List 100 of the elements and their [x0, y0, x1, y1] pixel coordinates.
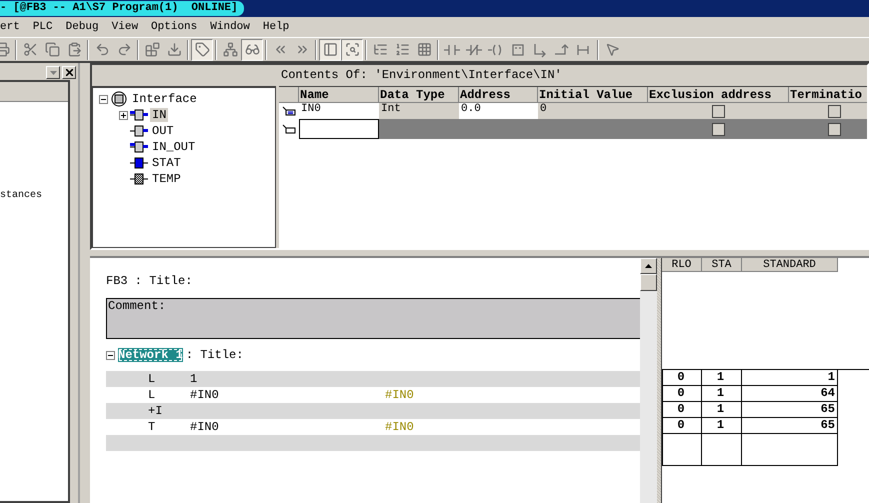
tree-item[interactable]: Interface [130, 92, 199, 106]
menu-item[interactable]: Options [151, 21, 198, 33]
menu-item[interactable]: Debug [66, 21, 99, 33]
tree-item[interactable]: OUT [150, 124, 176, 138]
column-header[interactable]: Initial Value [538, 87, 648, 103]
checkbox[interactable] [828, 122, 840, 136]
checkered-block-icon [130, 173, 148, 185]
scrollbar[interactable] [640, 258, 657, 503]
pane-header [0, 82, 68, 102]
toolbar-button[interactable] [341, 38, 363, 60]
caret-icon [50, 70, 56, 74]
table-cell[interactable] [379, 119, 459, 139]
interface-icon [110, 91, 128, 107]
glasses-icon [244, 42, 260, 57]
collapse-icon[interactable] [106, 350, 115, 360]
menu-item[interactable]: ert [0, 21, 20, 33]
grid-icon [416, 42, 432, 57]
branch-close-icon [554, 42, 570, 58]
menu-item[interactable]: PLC [32, 21, 53, 33]
table-cell: 1 [742, 370, 838, 386]
table-cell: 65 [742, 418, 838, 434]
expand-icon[interactable] [119, 110, 128, 120]
table-cell: 1 [702, 418, 742, 434]
tag-icon [194, 42, 210, 57]
blocks-icon [144, 42, 160, 57]
symbol-info: #IN0 [385, 388, 414, 402]
scissors-icon [22, 42, 38, 57]
tree-item[interactable]: stances [0, 190, 68, 201]
pin-block-icon [130, 125, 148, 137]
column-header[interactable]: STANDARD [742, 258, 838, 272]
column-header[interactable]: STA [702, 258, 742, 272]
table-cell [662, 434, 702, 466]
close-button[interactable] [62, 66, 76, 79]
table-cell: 1 [702, 386, 742, 402]
pin-block-icon [130, 141, 148, 153]
toolbar-button[interactable] [191, 38, 213, 60]
table-cell[interactable]: 0 [538, 103, 648, 119]
new-row-icon [282, 124, 296, 134]
table-cell [702, 434, 742, 466]
name-input[interactable] [299, 119, 379, 139]
declaration-row-icon [282, 106, 296, 116]
up-arrow-icon [645, 264, 652, 268]
comment-field[interactable]: Comment: [106, 298, 640, 339]
operand: #IN0 [190, 420, 220, 434]
copy-icon [44, 42, 60, 57]
undo-icon [94, 42, 110, 57]
contents-path: Contents Of: 'Environment\Interface\IN' [279, 65, 867, 87]
menu-item[interactable]: View [112, 21, 138, 33]
menu-item[interactable]: Help [262, 21, 290, 33]
tree-item[interactable]: TEMP [150, 172, 183, 186]
tree-item[interactable]: IN_OUT [150, 140, 198, 154]
instruction: L [148, 372, 156, 386]
help-pointer-icon [604, 42, 620, 57]
symbol-info: #IN0 [385, 420, 414, 434]
column-header[interactable]: Exclusion address [648, 87, 789, 103]
column-header[interactable]: RLO [662, 258, 702, 272]
table-cell[interactable]: Int [379, 103, 459, 119]
panel-icon [322, 42, 338, 57]
static-block-icon [130, 157, 148, 169]
column-header[interactable]: Name [299, 87, 379, 103]
tree-item[interactable]: IN [150, 108, 168, 122]
column-header[interactable]: Terminatio [789, 87, 867, 103]
network-icon [222, 42, 238, 57]
table-cell: 0 [662, 370, 702, 386]
toolbar-button[interactable] [241, 38, 263, 60]
network-title: : Title: [186, 348, 244, 362]
table-cell: 0 [662, 402, 702, 418]
tree-list-icon [372, 42, 388, 57]
ordered-list-icon [394, 42, 410, 57]
checkbox[interactable] [712, 104, 725, 118]
pin-block-icon [130, 109, 148, 121]
table-cell: 0 [662, 386, 702, 402]
checkbox[interactable] [828, 104, 840, 118]
instruction: +I [148, 404, 164, 418]
table-cell: 0 [662, 418, 702, 434]
column-header[interactable]: Address [459, 87, 538, 103]
redo-icon [116, 42, 132, 57]
table-cell: 65 [742, 402, 838, 418]
network-label[interactable]: Network 1 [118, 348, 183, 362]
operand: 1 [190, 372, 198, 386]
menu-item[interactable]: Window [210, 21, 250, 33]
table-cell: 1 [702, 370, 742, 386]
operand: #IN0 [190, 388, 220, 402]
checkbox[interactable] [712, 122, 725, 136]
column-header[interactable]: Data Type [379, 87, 459, 103]
tree-item[interactable]: STAT [150, 156, 183, 170]
dropdown-button[interactable] [46, 66, 60, 79]
collapse-icon[interactable] [99, 94, 108, 104]
paste-icon [66, 42, 82, 57]
branch-open-icon [532, 42, 548, 58]
scroll-thumb[interactable] [640, 274, 657, 291]
zoom-view-icon [344, 42, 360, 57]
instruction: T [148, 420, 156, 434]
toolbar-button[interactable] [319, 38, 341, 60]
table-cell: 64 [742, 386, 838, 402]
table-cell: 1 [702, 402, 742, 418]
scroll-up-button[interactable] [640, 258, 657, 274]
block-title: FB3 : Title: [106, 274, 194, 290]
empty-box-icon [510, 42, 526, 58]
instruction: L [148, 388, 156, 402]
